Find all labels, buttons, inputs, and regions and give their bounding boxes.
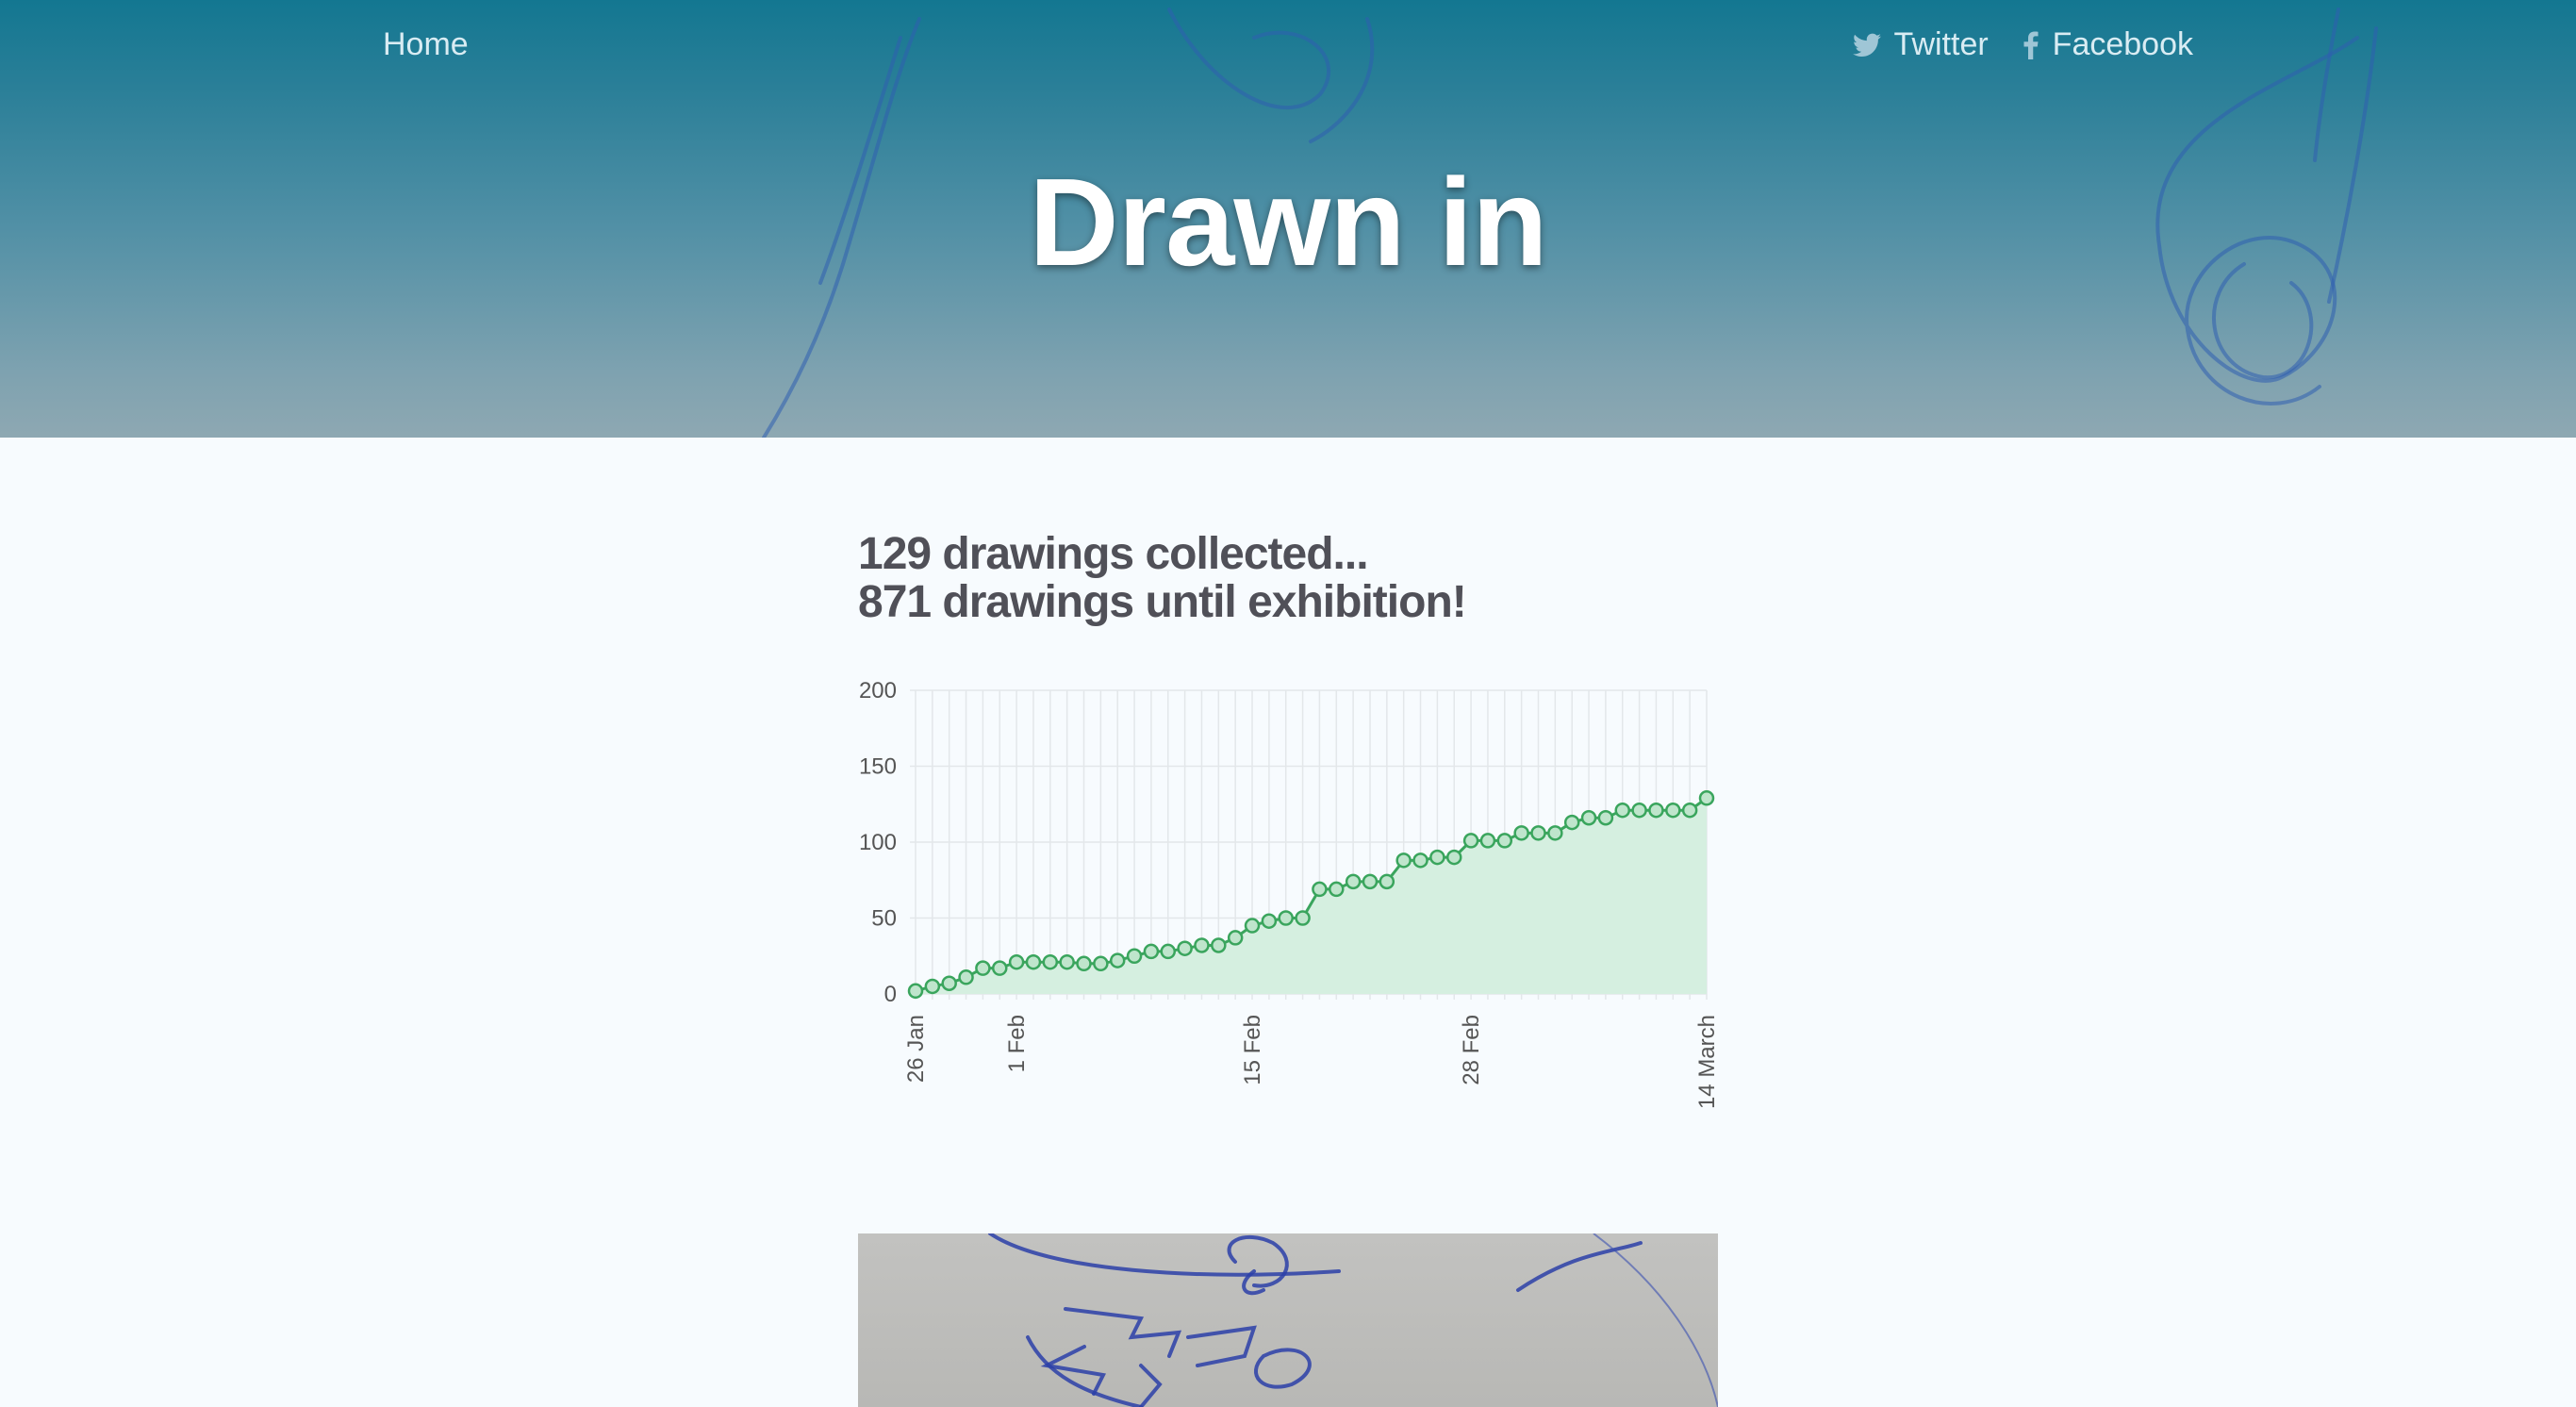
data-point bbox=[1278, 910, 1294, 926]
data-point bbox=[1109, 952, 1126, 968]
data-point bbox=[1362, 873, 1379, 890]
y-tick-label: 0 bbox=[884, 982, 897, 1007]
data-point bbox=[1479, 833, 1496, 849]
y-tick-label: 50 bbox=[871, 906, 897, 932]
data-point bbox=[924, 978, 941, 995]
data-point bbox=[1076, 955, 1092, 972]
data-point bbox=[1211, 937, 1227, 953]
data-point bbox=[1126, 948, 1143, 964]
data-point bbox=[1160, 943, 1177, 960]
data-point bbox=[1295, 910, 1311, 926]
drawings-collected-text: 129 drawings collected... bbox=[858, 529, 1369, 579]
data-point bbox=[1462, 833, 1479, 849]
data-point bbox=[1530, 825, 1546, 841]
data-point bbox=[1681, 802, 1698, 819]
x-tick-label: 1 Feb bbox=[1004, 1015, 1030, 1072]
x-tick-label: 15 Feb bbox=[1240, 1015, 1265, 1085]
data-point bbox=[1312, 881, 1328, 898]
y-axis-ticks: 0 50 100 150 200 bbox=[859, 678, 897, 1007]
facebook-label: Facebook bbox=[2052, 26, 2193, 62]
y-tick-label: 200 bbox=[859, 678, 897, 704]
hero-banner: Home Twitter Facebook Drawn in bbox=[0, 0, 2576, 438]
data-point bbox=[958, 969, 974, 985]
data-point bbox=[1580, 809, 1597, 826]
x-tick-label: 28 Feb bbox=[1459, 1015, 1484, 1085]
data-point bbox=[975, 960, 991, 976]
social-nav: Twitter Facebook bbox=[1852, 26, 2193, 63]
stats-block: 129 drawings collected... 871 drawings u… bbox=[858, 529, 1467, 627]
data-point bbox=[1597, 809, 1614, 826]
data-point bbox=[1194, 937, 1210, 953]
drawings-progress-chart: 0 50 100 150 200 26 Jan 1 Feb 15 Feb 28 Feb 14 M… bbox=[859, 678, 1720, 1109]
twitter-link[interactable]: Twitter bbox=[1852, 26, 1989, 63]
data-point bbox=[1059, 953, 1075, 970]
data-point bbox=[1379, 873, 1395, 890]
y-tick-label: 100 bbox=[859, 830, 897, 855]
data-point bbox=[1008, 953, 1025, 970]
data-point bbox=[1177, 940, 1193, 956]
drawings-remaining-text: 871 drawings until exhibition! bbox=[858, 577, 1467, 627]
data-point bbox=[1042, 953, 1059, 970]
data-point bbox=[1513, 825, 1529, 841]
data-point bbox=[1345, 873, 1362, 890]
data-point bbox=[1093, 955, 1109, 972]
page-title: Drawn in bbox=[1029, 153, 1547, 291]
data-point bbox=[1025, 953, 1042, 970]
x-tick-label: 14 March bbox=[1694, 1015, 1720, 1109]
data-point bbox=[1665, 802, 1681, 819]
data-point bbox=[1412, 852, 1428, 869]
data-point bbox=[1648, 802, 1664, 819]
data-point bbox=[1698, 790, 1715, 806]
data-point bbox=[907, 983, 924, 1000]
data-point bbox=[941, 975, 957, 991]
data-point bbox=[992, 960, 1008, 976]
x-tick-label: 26 Jan bbox=[903, 1015, 929, 1083]
twitter-label: Twitter bbox=[1893, 26, 1989, 62]
data-point bbox=[1143, 943, 1160, 960]
data-point bbox=[1614, 802, 1630, 819]
data-point bbox=[1395, 852, 1412, 869]
data-point bbox=[1563, 814, 1580, 831]
data-point bbox=[1547, 825, 1563, 841]
data-point bbox=[1429, 849, 1445, 866]
data-point bbox=[1227, 930, 1244, 946]
data-point bbox=[1261, 913, 1278, 929]
data-point bbox=[1496, 833, 1513, 849]
data-point bbox=[1244, 918, 1261, 934]
facebook-link[interactable]: Facebook bbox=[2023, 26, 2193, 63]
drawing-photo bbox=[858, 1233, 1718, 1407]
nav-home-link[interactable]: Home bbox=[383, 26, 469, 63]
data-point bbox=[1445, 849, 1462, 866]
x-axis-ticks: 26 Jan 1 Feb 15 Feb 28 Feb 14 March bbox=[903, 1015, 1720, 1109]
data-point bbox=[1329, 881, 1345, 898]
data-point bbox=[1631, 802, 1647, 819]
drawing-photo-sketch bbox=[988, 1233, 1718, 1407]
twitter-bird-icon bbox=[1852, 33, 1881, 57]
y-tick-label: 150 bbox=[859, 754, 897, 780]
facebook-f-icon bbox=[2023, 30, 2039, 59]
